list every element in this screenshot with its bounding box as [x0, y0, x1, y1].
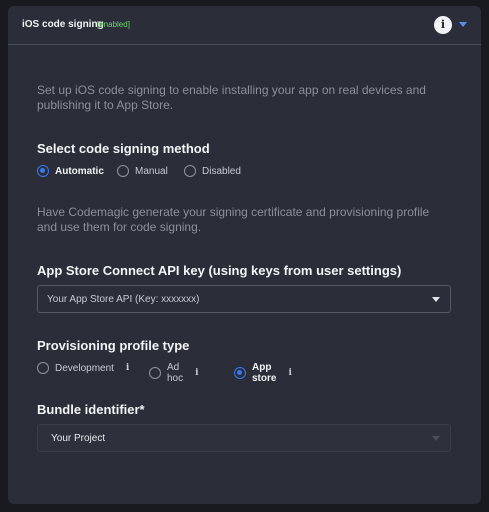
collapse-chevron-icon[interactable]	[459, 22, 467, 27]
radio-app-store[interactable]: App store i	[234, 362, 292, 384]
radio-disabled-indicator[interactable]	[184, 165, 196, 177]
radio-automatic-indicator[interactable]	[37, 165, 49, 177]
radio-manual[interactable]: Manual	[117, 165, 168, 177]
api-key-title: App Store Connect API key (using keys fr…	[37, 263, 402, 278]
enabled-badge: [enabled]	[97, 20, 130, 29]
dropdown-arrow-icon	[432, 436, 440, 441]
radio-ad-hoc-label: Ad hoc	[167, 362, 184, 384]
automatic-description: Have Codemagic generate your signing cer…	[37, 205, 430, 234]
app-store-info-icon[interactable]: i	[288, 368, 291, 378]
signing-method-title: Select code signing method	[37, 141, 210, 156]
intro-text: Set up iOS code signing to enable instal…	[37, 83, 426, 112]
panel-header[interactable]: iOS code signing [enabled] i	[8, 6, 481, 45]
radio-manual-label: Manual	[135, 165, 168, 177]
radio-disabled-label: Disabled	[202, 165, 241, 177]
radio-development[interactable]: Development i	[37, 362, 129, 374]
bundle-id-title: Bundle identifier*	[37, 402, 145, 417]
ios-code-signing-panel: iOS code signing [enabled] i Set up iOS …	[8, 6, 481, 504]
panel-title: iOS code signing	[22, 19, 104, 30]
radio-app-store-label: App store	[252, 362, 277, 384]
dropdown-arrow-icon	[432, 297, 440, 302]
api-key-value: Your App Store API (Key: xxxxxxx)	[47, 294, 200, 305]
ad-hoc-info-icon[interactable]: i	[195, 368, 198, 378]
radio-automatic-label: Automatic	[55, 165, 104, 177]
bundle-id-value: Your Project	[51, 433, 106, 444]
info-icon[interactable]: i	[434, 16, 452, 34]
development-info-icon[interactable]: i	[126, 363, 129, 373]
bundle-id-select[interactable]: Your Project	[37, 424, 451, 452]
radio-automatic[interactable]: Automatic	[37, 165, 104, 177]
radio-ad-hoc-indicator[interactable]	[149, 367, 161, 379]
radio-development-label: Development	[55, 362, 114, 374]
profile-type-title: Provisioning profile type	[37, 338, 190, 353]
radio-app-store-indicator[interactable]	[234, 367, 246, 379]
radio-ad-hoc[interactable]: Ad hoc i	[149, 362, 199, 384]
radio-development-indicator[interactable]	[37, 362, 49, 374]
radio-disabled[interactable]: Disabled	[184, 165, 241, 177]
api-key-select[interactable]: Your App Store API (Key: xxxxxxx)	[37, 285, 451, 313]
radio-manual-indicator[interactable]	[117, 165, 129, 177]
